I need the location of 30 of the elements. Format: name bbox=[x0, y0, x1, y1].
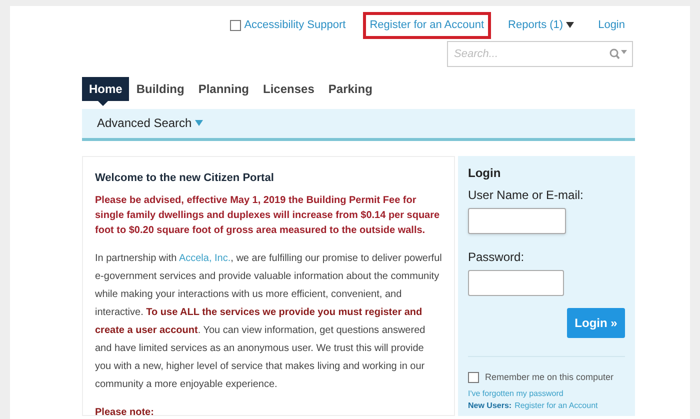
nav-tab[interactable]: Licenses bbox=[256, 76, 322, 100]
username-field[interactable] bbox=[468, 208, 566, 234]
caret-icon bbox=[194, 120, 203, 126]
nav-tab[interactable]: Building bbox=[129, 76, 192, 100]
remember-label: Remember me on this computer bbox=[485, 370, 614, 384]
login-button[interactable]: Login » bbox=[567, 308, 625, 338]
nav-tab[interactable]: Planning bbox=[191, 76, 256, 100]
login-title: Login bbox=[468, 164, 502, 182]
password-field[interactable] bbox=[468, 270, 564, 296]
welcome-title: Welcome to the new Citizen Portal bbox=[95, 170, 275, 186]
search-icon[interactable] bbox=[609, 48, 627, 60]
password-label: Password: bbox=[468, 248, 526, 266]
reports-dropdown[interactable]: Reports (1) bbox=[501, 12, 582, 38]
username-label: User Name or E-mail: bbox=[468, 186, 584, 204]
register-link[interactable]: Register for an Account bbox=[514, 400, 598, 412]
fee-notice: Please be advised, effective May 1, 2019 the Building Permit Fee for single family dwellings and duplexes will increase from $0.14 per square foot to $0.20 square foot of gross area measured to the outside walls. bbox=[95, 194, 441, 238]
nav-tab[interactable]: Parking bbox=[321, 76, 380, 100]
top-link[interactable]: Login bbox=[591, 12, 632, 38]
new-users-label: New Users: bbox=[468, 400, 512, 412]
accela-link[interactable]: Accela, Inc. bbox=[178, 252, 231, 264]
search-field[interactable]: Search... bbox=[447, 40, 633, 66]
accessibility-link[interactable]: Accessibility Support bbox=[244, 17, 346, 34]
advanced-search-menu[interactable]: Advanced Search bbox=[97, 114, 203, 132]
remember-checkbox[interactable] bbox=[468, 372, 479, 383]
top-link[interactable]: Register for an Account bbox=[362, 12, 492, 38]
caret-icon bbox=[566, 22, 574, 28]
intro-paragraph: In partnership with Accela, Inc., we are fulfilling our promise to deliver powerful e-government services and provide valuable information about the community while making your interactions with us more efficient, convenient, and interactive. To use ALL the services we provide you must register and create a user account. You can view information, get questions answered and have limited services as an anonymous user. We trust this will provide you with a new, higher level of service that makes living and working in our community a more enjoyable experience. bbox=[95, 252, 442, 392]
accessibility-checkbox[interactable] bbox=[230, 20, 242, 31]
note-heading: Please note: bbox=[95, 406, 155, 419]
forgot-password-link[interactable]: I've forgotten my password bbox=[468, 388, 625, 400]
